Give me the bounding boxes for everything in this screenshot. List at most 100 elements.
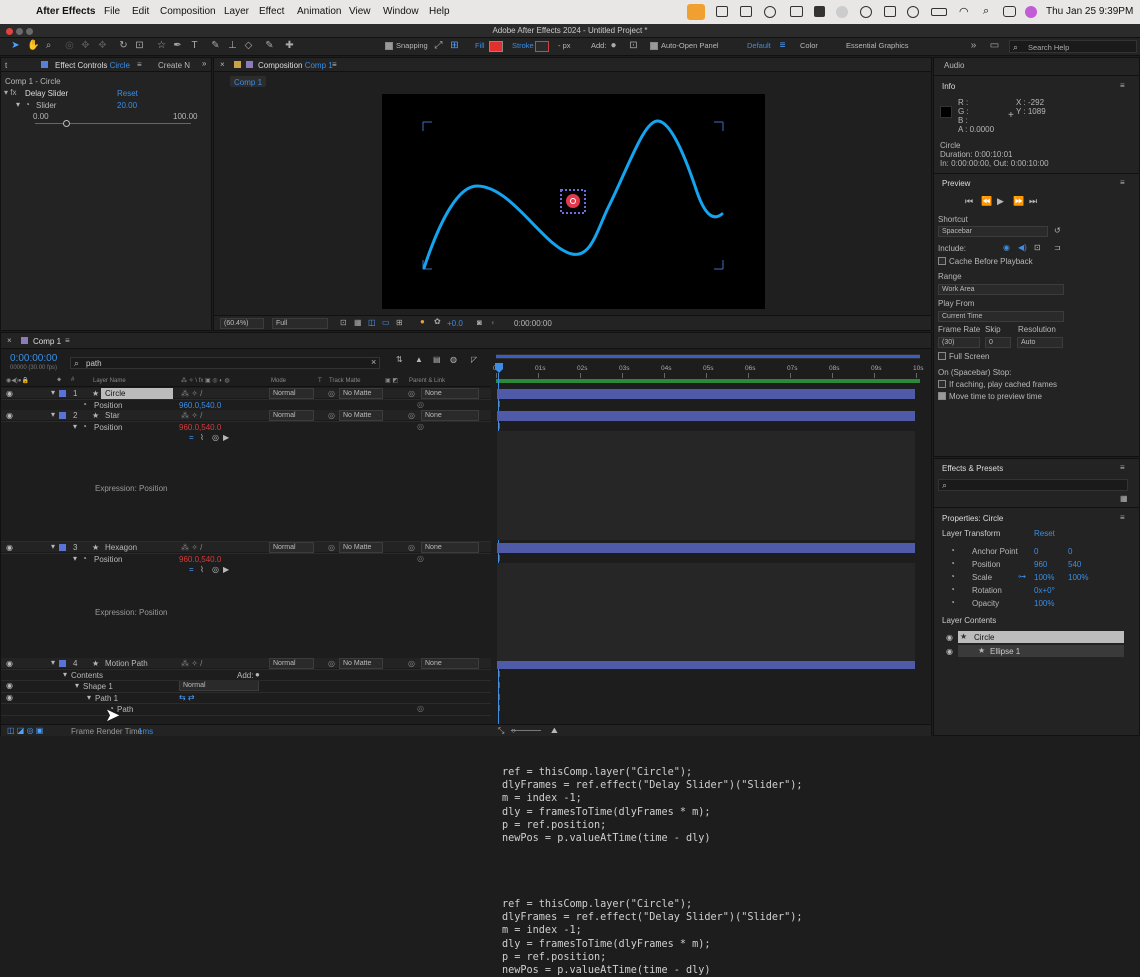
comp-mini-flowchart-icon[interactable]: ⇅ [396, 355, 403, 364]
timeline-timecode[interactable]: 0:00:00:00 [10, 353, 57, 364]
expression-line[interactable]: p = ref.position; [502, 951, 606, 964]
shape-property-row[interactable]: ◔ Path ◎ [1, 704, 491, 714]
search-help-input[interactable]: Search Help [1028, 43, 1069, 52]
more-tabs-icon[interactable]: » [202, 59, 206, 68]
workspace-essential-graphics[interactable]: Essential Graphics [846, 41, 909, 50]
transform-prop-value2[interactable]: 0 [1068, 547, 1072, 556]
expression-line[interactable]: m = index -1; [502, 924, 582, 937]
stopwatch-icon[interactable]: ◔ [950, 572, 955, 581]
parent-dropdown[interactable]: None [421, 658, 479, 669]
timeline-zoom-handle[interactable]: ○ [511, 726, 516, 735]
reset-shortcut-icon[interactable]: ↺ [1054, 226, 1061, 235]
workspace-default[interactable]: Default [747, 41, 771, 50]
orbit-tool-icon[interactable]: ◎ [64, 40, 75, 51]
eye-icon[interactable]: ◉ [6, 411, 13, 420]
guides-icon[interactable]: ⊞ [396, 318, 403, 327]
menu-layer[interactable]: Layer [224, 6, 249, 17]
snapping-checkbox[interactable] [385, 42, 393, 50]
search-help-box[interactable]: ⌕ Search Help [1009, 40, 1137, 53]
comp-canvas[interactable] [382, 94, 765, 309]
slider-expand-chevron[interactable]: ▾ [16, 100, 20, 109]
expression-pickwhip-icon[interactable]: ◎ [212, 433, 219, 442]
fast-preview-icon[interactable]: ⊡ [340, 318, 347, 327]
selection-tool-icon[interactable]: ➤ [10, 40, 21, 51]
snapshot-icon[interactable]: ◙ [477, 318, 482, 327]
properties-menu-icon[interactable]: ≡ [1120, 513, 1125, 522]
expression-line[interactable]: ref = thisComp.layer("Circle"); [502, 898, 692, 911]
menu-help[interactable]: Help [429, 6, 450, 17]
microphone-icon[interactable] [687, 4, 705, 20]
siri-icon[interactable] [1025, 6, 1037, 18]
frame-rate-dropdown[interactable]: (30) [938, 337, 980, 348]
show-snapshot-icon[interactable]: ◐ [491, 318, 496, 327]
clock-icon[interactable] [907, 6, 919, 18]
time-ruler[interactable]: 0s 01s 02s 03s 04s 05s 06s 07s 08s 09s 1… [493, 351, 923, 389]
shortcut-dropdown[interactable]: Spacebar [938, 226, 1048, 237]
layer-mode-dropdown[interactable]: Normal [269, 542, 314, 553]
magnification-dropdown[interactable]: (60.4%) [220, 318, 264, 329]
expression-line[interactable]: dly = framesToTime(dlyFrames * m); [502, 806, 711, 819]
workspace-color[interactable]: Color [800, 41, 818, 50]
layer-switches-icons[interactable]: ⁂ ✧ / [181, 411, 202, 420]
clear-search-icon[interactable]: × [371, 357, 376, 367]
expression-line[interactable]: ref = thisComp.layer("Circle"); [502, 766, 692, 779]
pickwhip-icon[interactable]: ◎ [417, 400, 424, 409]
stopwatch-icon[interactable]: ◔ [950, 546, 955, 555]
right-top-tab[interactable]: Audio [944, 61, 964, 70]
info-menu-icon[interactable]: ≡ [1120, 81, 1125, 90]
pickwhip-icon[interactable]: ◎ [408, 411, 415, 420]
expression-line[interactable]: newPos = p.valueAtTime(time - dly) [502, 832, 711, 845]
menu-composition[interactable]: Composition [160, 6, 216, 17]
expression-line[interactable]: dly = framesToTime(dlyFrames * m); [502, 938, 711, 951]
eraser-tool-icon[interactable]: ◇ [243, 40, 254, 51]
track-matte-dropdown[interactable]: No Matte [339, 388, 383, 399]
layer-name[interactable]: Circle [101, 388, 173, 399]
battery-icon[interactable] [931, 8, 947, 16]
dolly-tool-icon[interactable]: ✥ [97, 40, 108, 51]
search-icon[interactable]: ⌕ [983, 5, 989, 18]
expression-pickwhip-icon[interactable]: ◎ [212, 565, 219, 574]
expand-layer-chevron[interactable]: ▾ [51, 410, 55, 419]
matte-link-icon[interactable]: ◎ [328, 659, 335, 668]
layer-label-color[interactable] [59, 660, 66, 667]
layer-row[interactable]: ◉ ▾ 3 ★ Hexagon ⁂ ✧ / Normal ◎ No Matte … [1, 542, 491, 553]
expression-language-menu-icon[interactable]: ▶ [223, 433, 229, 442]
menu-effect[interactable]: Effect [259, 6, 284, 17]
screen-record-icon[interactable] [790, 6, 803, 17]
s-icon[interactable] [836, 6, 848, 18]
shy-layers-icon[interactable]: ▤ [433, 355, 441, 364]
region-of-interest-icon[interactable]: ▭ [382, 318, 390, 327]
pickwhip-icon[interactable]: ◎ [408, 389, 415, 398]
shape-property-row[interactable]: ▾ Contents Add: ● [1, 670, 491, 680]
timeline-tab[interactable]: Comp 1 [33, 337, 61, 346]
expand-chevron[interactable]: ▾ [75, 681, 79, 690]
layer-duration-bar[interactable] [497, 389, 915, 399]
brush-tool-icon[interactable]: ✎ [210, 40, 221, 51]
expression-toggle-icon[interactable]: = [189, 433, 194, 442]
zoom-out-icon[interactable]: ⤡ [498, 726, 504, 736]
layer-row[interactable]: ◉ ▾ 1 ★ Circle ⁂ ✧ / Normal ◎ No Matte ◎… [1, 388, 491, 399]
expand-chevron[interactable]: ▾ [87, 693, 91, 702]
layer-name[interactable]: Star [101, 410, 173, 421]
puppet-pin-icon[interactable]: ✚ [284, 40, 295, 51]
layer-mode-dropdown[interactable]: Normal [269, 388, 314, 399]
contents-row-circle[interactable]: ★ Circle [958, 631, 1124, 643]
notes-icon[interactable] [814, 6, 825, 17]
expression-language-menu-icon[interactable]: ▶ [223, 565, 229, 574]
stroke-width[interactable]: - px [558, 41, 571, 50]
stroke-swatch[interactable] [535, 41, 549, 52]
circle-layer-shape[interactable] [566, 194, 580, 208]
pickwhip-icon[interactable]: ◎ [417, 704, 424, 713]
slider-handle[interactable] [63, 120, 71, 127]
transform-prop-value2[interactable]: 100% [1068, 573, 1088, 582]
full-screen-checkbox[interactable] [938, 352, 946, 360]
zoom-in-icon[interactable]: ⛰ [551, 726, 558, 736]
app-menu[interactable]: After Effects [36, 6, 95, 17]
expand-property-chevron[interactable]: ▾ [73, 422, 77, 431]
shape-property-row[interactable]: ◉ ▾ Shape 1 Normal [1, 680, 491, 691]
transform-prop-value1[interactable]: 960 [1034, 560, 1047, 569]
hand-tool-icon[interactable]: ✋ [27, 40, 39, 51]
draft-3d-icon[interactable]: ▲ [415, 355, 423, 364]
position-value[interactable]: 960.0,540.0 [179, 423, 221, 432]
work-area-range[interactable] [496, 355, 920, 358]
